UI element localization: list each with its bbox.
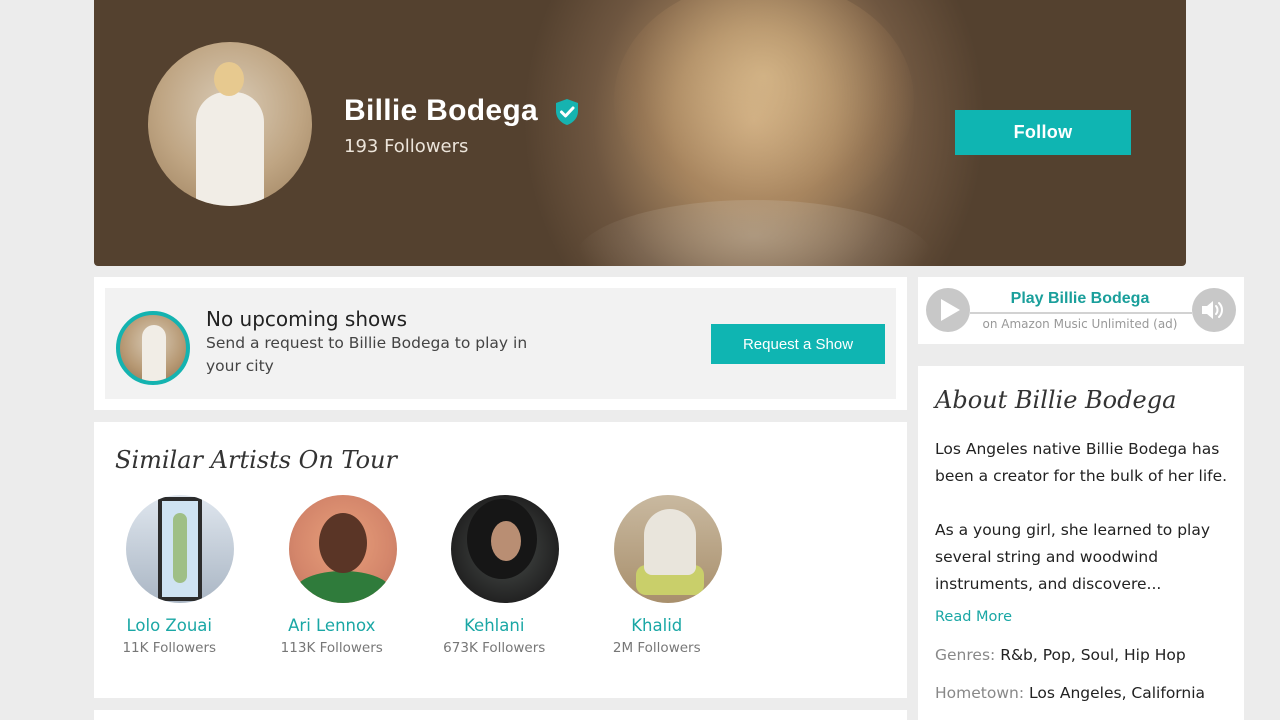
volume-button[interactable] (1192, 288, 1236, 332)
similar-artist-card[interactable]: Khalid 2M Followers (603, 495, 766, 656)
artist-photo[interactable] (126, 495, 234, 603)
similar-artists-list: Lolo Zouai 11K Followers Ari Lennox 113K… (115, 495, 765, 656)
genres-value: R&b, Pop, Soul, Hip Hop (1000, 646, 1186, 664)
speaker-icon (1202, 301, 1223, 319)
about-paragraph: As a young girl, she learned to play sev… (935, 521, 1211, 593)
follow-button[interactable]: Follow (955, 110, 1131, 155)
play-button[interactable] (926, 288, 970, 332)
upcoming-shows-panel: No upcoming shows Send a request to Bill… (94, 277, 907, 410)
amazon-music-player: Play Billie Bodega on Amazon Music Unlim… (918, 277, 1244, 344)
artist-photo[interactable] (613, 495, 722, 603)
hero-background-image (614, 0, 914, 220)
artist-photo[interactable] (451, 495, 559, 603)
no-shows-card: No upcoming shows Send a request to Bill… (105, 288, 896, 399)
player-title[interactable]: Play Billie Bodega (980, 290, 1180, 308)
no-shows-title: No upcoming shows (206, 307, 408, 331)
request-show-description: Send a request to Billie Bodega to play … (206, 334, 528, 375)
verified-badge-icon (556, 99, 578, 125)
artist-name: Billie Bodega (344, 94, 538, 127)
read-more-link[interactable]: Read More (935, 609, 1012, 625)
about-artist-panel: About Billie Bodega Los Angeles native B… (918, 366, 1244, 720)
about-bio: Los Angeles native Billie Bodega has bee… (935, 436, 1235, 598)
hero-background-image-lower (574, 200, 934, 266)
request-show-button[interactable]: Request a Show (711, 324, 885, 364)
genres-row: Genres: R&b, Pop, Soul, Hip Hop (935, 646, 1186, 664)
genres-label: Genres: (935, 646, 996, 664)
artist-hero-banner: Billie Bodega 193 Followers Follow (94, 0, 1186, 266)
similar-artists-title: Similar Artists On Tour (115, 446, 397, 474)
player-subtitle: on Amazon Music Unlimited (ad) (982, 317, 1178, 331)
hometown-label: Hometown: (935, 684, 1025, 702)
play-icon (941, 299, 960, 321)
hometown-value: Los Angeles, California (1029, 684, 1206, 702)
artist-follower-count: 193 Followers (344, 136, 469, 157)
hometown-row: Hometown: Los Angeles, California (935, 684, 1205, 702)
similar-artists-panel: Similar Artists On Tour Lolo Zouai 11K F… (94, 422, 907, 698)
player-progress-line (970, 312, 1192, 314)
artist-photo[interactable] (288, 495, 397, 603)
next-section-panel (94, 710, 907, 720)
artist-avatar-small (116, 311, 190, 385)
about-paragraph: Los Angeles native Billie Bodega has bee… (935, 440, 1228, 485)
similar-artist-followers: 2M Followers (612, 640, 701, 656)
about-title: About Billie Bodega (935, 386, 1177, 414)
similar-artist-name[interactable]: Khalid (549, 616, 766, 635)
artist-avatar (148, 42, 312, 206)
